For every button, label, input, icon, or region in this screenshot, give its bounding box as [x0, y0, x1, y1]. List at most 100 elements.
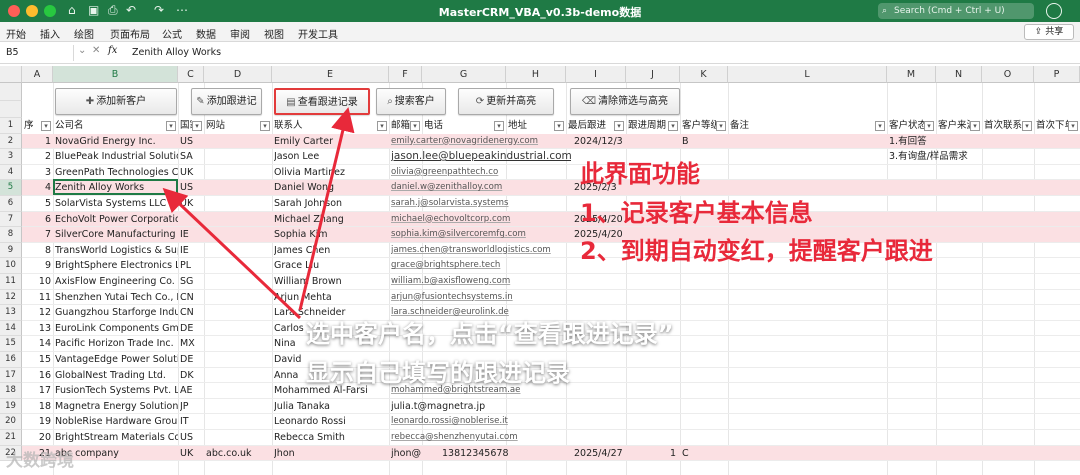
cell-country[interactable]: IE — [180, 227, 204, 243]
cell-phone[interactable] — [442, 258, 532, 274]
cell-company[interactable]: Shenzhen Yutai Tech Co., Ltd — [55, 290, 178, 306]
column-header-f[interactable]: F — [389, 66, 422, 83]
cell-contact[interactable]: Arjun Mehta — [274, 290, 389, 306]
column-header-c[interactable]: C — [178, 66, 204, 83]
cell-contact[interactable]: Grace Liu — [274, 258, 389, 274]
cell-website[interactable] — [206, 196, 272, 212]
cell-level[interactable] — [682, 321, 728, 337]
cell-website[interactable] — [206, 274, 272, 290]
cell-phone[interactable]: 13812345678 — [442, 446, 532, 462]
cell-phone[interactable] — [442, 212, 532, 228]
cell-website[interactable] — [206, 258, 272, 274]
cell-phone[interactable] — [442, 414, 532, 430]
view-followup-button[interactable]: ▤ 查看跟进记录 — [274, 88, 370, 115]
tab-developer[interactable]: 开发工具 — [298, 26, 338, 41]
cell-country[interactable]: US — [180, 134, 204, 150]
cell-website[interactable] — [206, 243, 272, 259]
cell-company[interactable]: SolarVista Systems LLC — [55, 196, 178, 212]
cell-country[interactable]: IT — [180, 414, 204, 430]
column-header-k[interactable]: K — [680, 66, 728, 83]
column-header-g[interactable]: G — [422, 66, 506, 83]
filter-dropdown-icon[interactable]: ▾ — [377, 121, 387, 131]
cell-website[interactable] — [206, 336, 272, 352]
cell-company[interactable]: EuroLink Components GmbH — [55, 321, 178, 337]
cell-website[interactable] — [206, 305, 272, 321]
row-header-blank[interactable] — [0, 83, 22, 101]
cell-seq[interactable]: 8 — [22, 243, 53, 259]
cell-status[interactable] — [889, 212, 1009, 228]
cell-seq[interactable]: 7 — [22, 227, 53, 243]
row-header[interactable]: 4 — [0, 164, 22, 181]
cell-phone[interactable] — [442, 290, 532, 306]
cell-company[interactable]: NobleRise Hardware Group — [55, 414, 178, 430]
cell-website[interactable] — [206, 227, 272, 243]
column-header-m[interactable]: M — [887, 66, 936, 83]
filter-dropdown-icon[interactable]: ▾ — [192, 121, 202, 131]
cell-status[interactable] — [889, 180, 1009, 196]
filter-dropdown-icon[interactable]: ▾ — [410, 121, 420, 131]
cell-status[interactable] — [889, 274, 1009, 290]
cell-company[interactable]: BrightSphere Electronics Ltd — [55, 258, 178, 274]
save-icon[interactable]: ▣ — [88, 3, 99, 17]
cell-phone[interactable] — [442, 180, 532, 196]
row-header[interactable]: 21 — [0, 430, 22, 446]
cell-website[interactable] — [206, 134, 272, 150]
cell-cycle[interactable] — [626, 430, 678, 446]
cell-cycle[interactable] — [626, 368, 678, 384]
cell-seq[interactable]: 16 — [22, 368, 53, 384]
row-header[interactable]: 3 — [0, 149, 22, 165]
cell-phone[interactable] — [442, 430, 532, 446]
cell-phone[interactable] — [442, 227, 532, 243]
filter-dropdown-icon[interactable]: ▾ — [716, 121, 726, 131]
cell-status[interactable] — [889, 368, 1009, 384]
cell-last-followup[interactable] — [574, 274, 634, 290]
filter-dropdown-icon[interactable]: ▾ — [260, 121, 270, 131]
cell-seq[interactable]: 2 — [22, 149, 53, 165]
row-header[interactable]: 13 — [0, 305, 22, 321]
cell-company[interactable]: EchoVolt Power Corporation — [55, 212, 178, 228]
cell-contact[interactable]: Jhon — [274, 446, 389, 462]
cell-website[interactable]: abc.co.uk — [206, 446, 272, 462]
add-customer-button[interactable]: ✚ 添加新客户 — [55, 88, 177, 115]
cell-last-followup[interactable] — [574, 368, 634, 384]
cell-company[interactable]: SilverCore Manufacturing — [55, 227, 178, 243]
filter-dropdown-icon[interactable]: ▾ — [1022, 121, 1032, 131]
row-header-blank[interactable] — [0, 100, 22, 118]
selected-cell-b5[interactable] — [53, 179, 178, 195]
cell-seq[interactable]: 12 — [22, 305, 53, 321]
cell-last-followup[interactable] — [574, 290, 634, 306]
cell-contact[interactable]: Rebecca Smith — [274, 430, 389, 446]
cell-country[interactable] — [180, 212, 204, 228]
cell-status[interactable] — [889, 321, 1009, 337]
cell-website[interactable] — [206, 165, 272, 181]
cell-status[interactable] — [889, 165, 1009, 181]
cell-website[interactable] — [206, 414, 272, 430]
add-followup-button[interactable]: ✎ 添加跟进记 — [191, 88, 262, 115]
select-all-corner[interactable] — [0, 66, 22, 83]
row-header[interactable]: 6 — [0, 196, 22, 212]
cell-last-followup[interactable]: 2024/12/3 — [574, 134, 634, 150]
cell-level[interactable] — [682, 290, 728, 306]
row-header[interactable]: 12 — [0, 289, 22, 306]
cell-cycle[interactable] — [626, 352, 678, 368]
cell-company[interactable]: TransWorld Logistics & Supply — [55, 243, 178, 259]
cell-status[interactable] — [889, 336, 1009, 352]
cell-country[interactable]: DE — [180, 352, 204, 368]
cell-status[interactable] — [889, 196, 1009, 212]
cell-cycle[interactable] — [626, 290, 678, 306]
cell-level[interactable]: B — [682, 134, 728, 150]
cell-company[interactable]: BluePeak Industrial Solutions — [55, 149, 178, 165]
cell-last-followup[interactable] — [574, 430, 634, 446]
cell-seq[interactable]: 13 — [22, 321, 53, 337]
cell-last-followup[interactable] — [574, 399, 634, 415]
cell-contact[interactable]: William Brown — [274, 274, 389, 290]
column-header-i[interactable]: I — [566, 66, 626, 83]
column-header-a[interactable]: A — [22, 66, 53, 83]
cell-last-followup[interactable] — [574, 383, 634, 399]
column-header-l[interactable]: L — [728, 66, 887, 83]
cell-seq[interactable]: 20 — [22, 430, 53, 446]
cell-level[interactable] — [682, 399, 728, 415]
home-icon[interactable]: ⌂ — [68, 3, 76, 17]
cell-seq[interactable]: 14 — [22, 336, 53, 352]
cell-status[interactable] — [889, 414, 1009, 430]
